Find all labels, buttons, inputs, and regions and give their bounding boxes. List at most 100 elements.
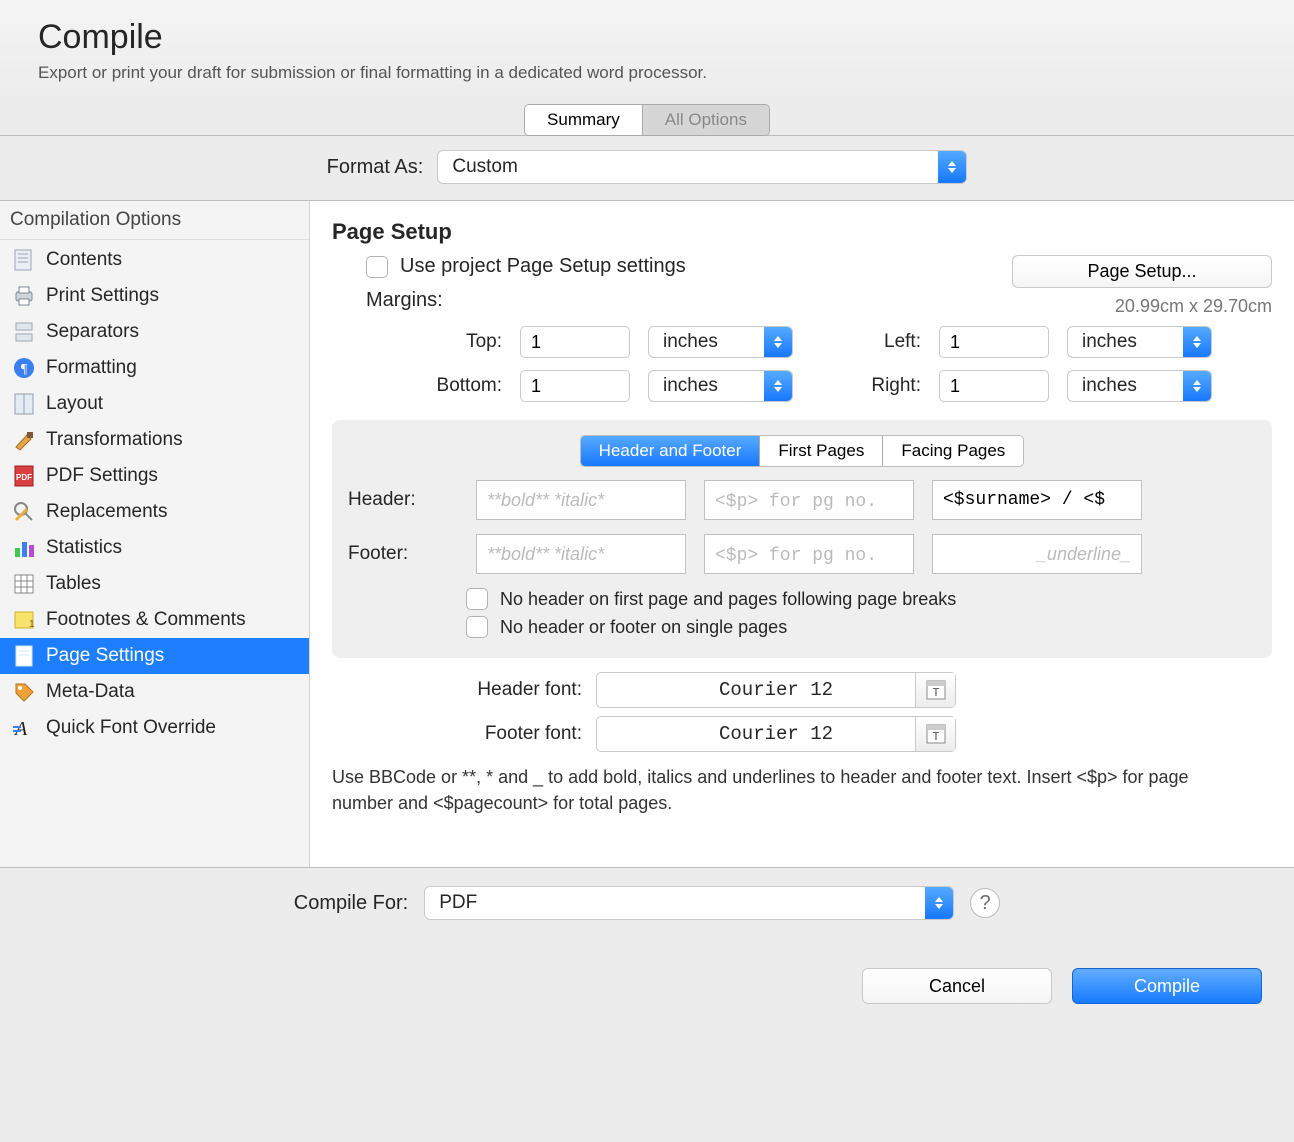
page-subtitle: Export or print your draft for submissio… [38, 63, 1256, 83]
page-dimensions: 20.99cm x 29.70cm [1012, 296, 1272, 317]
sidebar-item-tables[interactable]: Tables [0, 566, 309, 602]
sidebar-item-label: Separators [46, 321, 139, 343]
compile-for-select[interactable]: PDF [424, 886, 954, 920]
tab-header-footer[interactable]: Header and Footer [581, 436, 761, 466]
margin-right-unit-select[interactable]: inches [1067, 370, 1212, 402]
margin-bottom-input[interactable] [520, 370, 630, 402]
sidebar-item-pdf-settings[interactable]: PDF PDF Settings [0, 458, 309, 494]
margin-left-label: Left: [811, 331, 921, 353]
svg-text:A: A [13, 718, 28, 739]
sidebar-item-label: Footnotes & Comments [46, 609, 246, 631]
sidebar-item-replacements[interactable]: Replacements [0, 494, 309, 530]
sidebar-item-label: Tables [46, 573, 101, 595]
svg-text:¶: ¶ [21, 362, 28, 377]
footer-font-label: Footer font: [452, 723, 582, 745]
chevron-updown-icon [1183, 327, 1211, 357]
help-button[interactable]: ? [970, 888, 1000, 918]
header-center-input[interactable] [704, 480, 914, 520]
page-icon [12, 644, 36, 668]
format-as-label: Format As: [327, 156, 424, 179]
tab-all-options[interactable]: All Options [643, 105, 769, 135]
header: Compile Export or print your draft for s… [0, 0, 1294, 103]
no-header-first-checkbox[interactable] [466, 588, 488, 610]
sidebar-item-print-settings[interactable]: Print Settings [0, 278, 309, 314]
header-font-display[interactable]: Courier 12 T [596, 672, 956, 708]
pdf-icon: PDF [12, 464, 36, 488]
bar-chart-icon [12, 536, 36, 560]
no-header-single-label: No header or footer on single pages [500, 617, 787, 638]
sidebar-item-transformations[interactable]: Transformations [0, 422, 309, 458]
no-header-first-label: No header on first page and pages follow… [500, 589, 956, 610]
sidebar-item-label: Quick Font Override [46, 717, 216, 739]
margin-top-input[interactable] [520, 326, 630, 358]
sidebar-title: Compilation Options [0, 201, 309, 240]
chevron-updown-icon [764, 371, 792, 401]
tab-first-pages[interactable]: First Pages [760, 436, 883, 466]
sidebar-item-layout[interactable]: Layout [0, 386, 309, 422]
margin-top-unit-select[interactable]: inches [648, 326, 793, 358]
sidebar-item-page-settings[interactable]: Page Settings [0, 638, 309, 674]
layout-icon [12, 392, 36, 416]
cancel-button[interactable]: Cancel [862, 968, 1052, 1004]
margin-top-label: Top: [372, 331, 502, 353]
help-text: Use BBCode or **, * and _ to add bold, i… [332, 764, 1272, 816]
sidebar-item-footnotes-comments[interactable]: 1 Footnotes & Comments [0, 602, 309, 638]
margin-left-unit-select[interactable]: inches [1067, 326, 1212, 358]
font-panel-icon[interactable]: T [915, 673, 955, 707]
sidebar-item-label: Statistics [46, 537, 122, 559]
compile-button[interactable]: Compile [1072, 968, 1262, 1004]
margin-bottom-unit-select[interactable]: inches [648, 370, 793, 402]
chevron-updown-icon [1183, 371, 1211, 401]
footer-row-label: Footer: [348, 543, 458, 565]
printer-icon [12, 284, 36, 308]
sidebar-item-label: Print Settings [46, 285, 159, 307]
chevron-updown-icon [764, 327, 792, 357]
margin-left-input[interactable] [939, 326, 1049, 358]
sidebar-item-label: Transformations [46, 429, 183, 451]
footer-center-input[interactable] [704, 534, 914, 574]
svg-text:T: T [932, 730, 939, 744]
sidebar-item-meta-data[interactable]: Meta-Data [0, 674, 309, 710]
tag-icon [12, 680, 36, 704]
margin-bottom-label: Bottom: [372, 375, 502, 397]
compile-for-label: Compile For: [294, 892, 408, 915]
sidebar-item-label: Page Settings [46, 645, 164, 667]
separators-icon [12, 320, 36, 344]
tab-summary[interactable]: Summary [525, 105, 643, 135]
document-icon [12, 248, 36, 272]
font-panel-icon[interactable]: T [915, 717, 955, 751]
use-project-page-setup-checkbox[interactable] [366, 256, 388, 278]
sidebar-item-label: Layout [46, 393, 103, 415]
sidebar-item-separators[interactable]: Separators [0, 314, 309, 350]
sidebar-item-contents[interactable]: Contents [0, 242, 309, 278]
pencil-search-icon [12, 500, 36, 524]
page-title: Compile [38, 18, 1256, 57]
header-left-input[interactable] [476, 480, 686, 520]
no-header-single-checkbox[interactable] [466, 616, 488, 638]
compile-for-value: PDF [439, 892, 477, 914]
chevron-updown-icon [938, 151, 966, 183]
sidebar: Compilation Options Contents Print Setti… [0, 201, 310, 867]
svg-text:T: T [932, 686, 939, 700]
tab-facing-pages[interactable]: Facing Pages [883, 436, 1023, 466]
use-project-label: Use project Page Setup settings [400, 255, 686, 278]
header-font-label: Header font: [452, 679, 582, 701]
sidebar-item-formatting[interactable]: ¶ Formatting [0, 350, 309, 386]
top-tabs: Summary All Options [0, 103, 1294, 136]
format-as-select[interactable]: Custom [437, 150, 967, 184]
sidebar-item-label: Formatting [46, 357, 137, 379]
section-heading: Page Setup [332, 219, 1272, 245]
format-as-value: Custom [452, 156, 517, 178]
page-setup-button[interactable]: Page Setup... [1012, 255, 1272, 288]
footer-font-display[interactable]: Courier 12 T [596, 716, 956, 752]
sidebar-item-quick-font-override[interactable]: A Quick Font Override [0, 710, 309, 746]
sidebar-item-label: Meta-Data [46, 681, 135, 703]
header-right-input[interactable] [932, 480, 1142, 520]
sidebar-item-statistics[interactable]: Statistics [0, 530, 309, 566]
footer-left-input[interactable] [476, 534, 686, 574]
footer-right-input[interactable] [932, 534, 1142, 574]
svg-text:1: 1 [29, 619, 35, 630]
sidebar-item-label: Contents [46, 249, 122, 271]
margin-right-label: Right: [811, 375, 921, 397]
margin-right-input[interactable] [939, 370, 1049, 402]
